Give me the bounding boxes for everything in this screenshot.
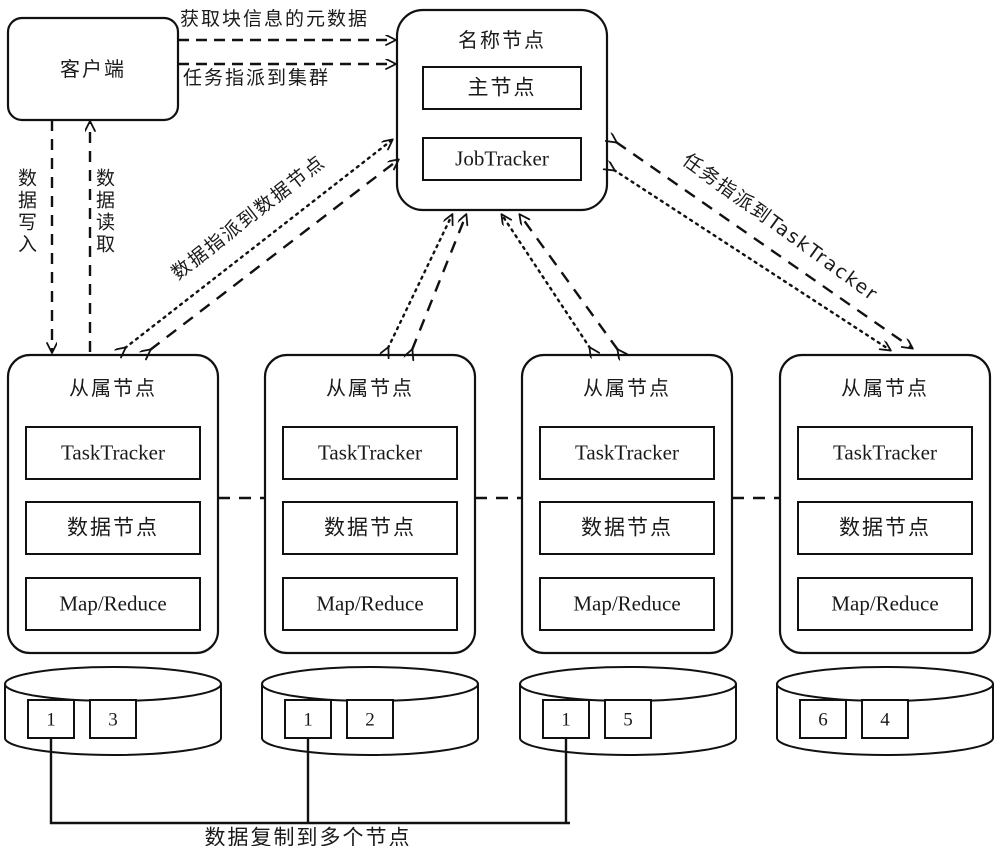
disk-1-block-0: [284, 699, 332, 739]
diagram-vector-layer: [4, 8, 994, 825]
arrow-data-to-datanode-dashed: [150, 160, 398, 350]
namenode-component-box-0: [422, 66, 582, 110]
namenode-component-box-1: [422, 137, 582, 181]
slave-2-component-box-0: [539, 426, 715, 480]
slave-3-component-box-1: [797, 501, 973, 555]
slave-node-box-1: [263, 353, 477, 655]
arrow-namenode-slave2-dotted: [502, 215, 590, 348]
slave-3-component-box-2: [797, 577, 973, 631]
disk-3-block-1: [861, 699, 909, 739]
slave-node-box-3: [778, 353, 992, 655]
slave-node-box-2: [520, 353, 734, 655]
slave-3-component-box-0: [797, 426, 973, 480]
slave-0-component-box-1: [25, 501, 201, 555]
slave-0-component-box-0: [25, 426, 201, 480]
slave-1-component-box-1: [282, 501, 458, 555]
arrow-task-to-tasktracker-dotted: [614, 170, 890, 350]
replication-connector: [49, 738, 570, 825]
disk-3-block-0: [799, 699, 847, 739]
arrow-task-to-tasktracker-dashed: [616, 142, 912, 348]
slave-node-box-0: [6, 353, 220, 655]
disk-2-block-0: [542, 699, 590, 739]
arrow-namenode-slave2-dashed: [520, 215, 618, 350]
disk-0-block-1: [89, 699, 137, 739]
disk-2-block-1: [604, 699, 652, 739]
client-box: [6, 16, 180, 122]
slave-2-component-box-2: [539, 577, 715, 631]
arrow-data-to-datanode-dotted: [125, 140, 392, 348]
diagram-canvas: 客户端 名称节点 主节点 JobTracker 从属节点 TaskTracker…: [0, 0, 1000, 846]
slave-2-component-box-1: [539, 501, 715, 555]
slave-0-component-box-2: [25, 577, 201, 631]
slave-1-component-box-2: [282, 577, 458, 631]
disk-1-block-1: [346, 699, 394, 739]
slave-1-component-box-0: [282, 426, 458, 480]
disk-0-block-0: [27, 699, 75, 739]
